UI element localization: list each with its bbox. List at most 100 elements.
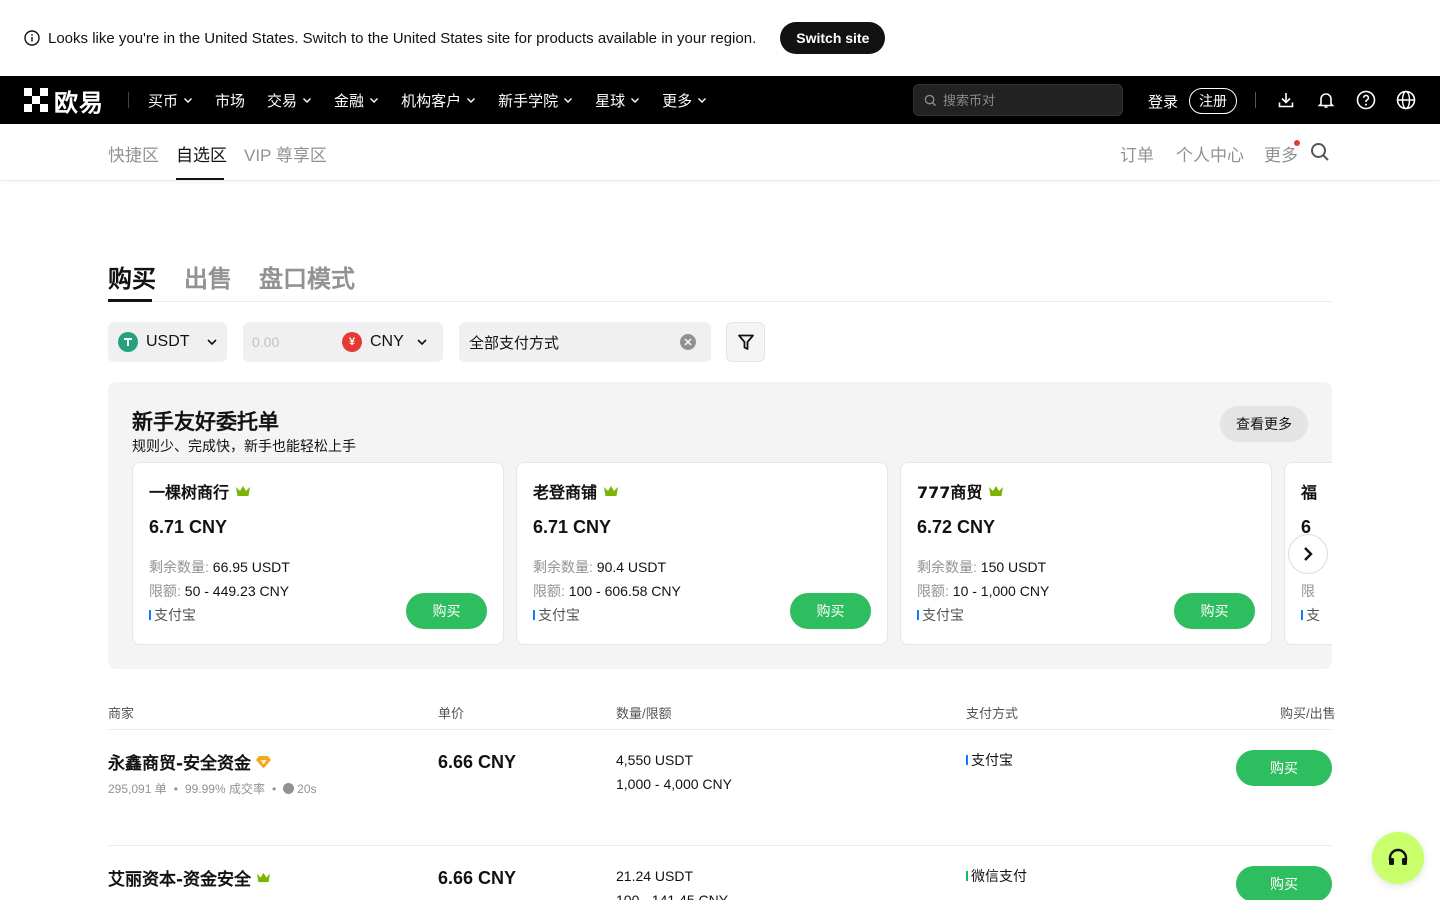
tab-p2p-select[interactable]: 自选区 bbox=[176, 141, 227, 166]
limit-label: 限额: bbox=[149, 583, 181, 599]
remaining-label: 剩余数量: bbox=[533, 559, 593, 575]
nav-item[interactable]: 机构客户 bbox=[401, 90, 476, 111]
login-link[interactable]: 登录 bbox=[1148, 91, 1178, 112]
payment-method: 支付宝 bbox=[149, 605, 196, 625]
payment-label: 微信支付 bbox=[971, 868, 1027, 884]
limit-row: 限额: 10 - 1,000 CNY bbox=[917, 581, 1049, 601]
payment-method-label: 全部支付方式 bbox=[469, 334, 560, 352]
nav-search-box[interactable] bbox=[913, 84, 1123, 116]
nav-item[interactable]: 更多 bbox=[662, 90, 707, 111]
search-icon bbox=[924, 94, 937, 106]
beginner-order-card: 一棵树商行 6.71 CNY 剩余数量: 66.95 USDT 限额: 50 -… bbox=[132, 462, 504, 645]
nav-item-label: 更多 bbox=[662, 92, 693, 110]
tab-orderbook-mode[interactable]: 盘口模式 bbox=[259, 259, 355, 294]
chevron-down-icon bbox=[369, 95, 379, 105]
limit-value: 10 - 1,000 CNY bbox=[952, 583, 1050, 599]
merchant-name[interactable]: 艾丽资本-资金安全 bbox=[108, 865, 271, 890]
merchant-name[interactable]: 福 bbox=[1301, 479, 1317, 503]
merchant-name[interactable]: 777商贸 bbox=[917, 479, 1004, 503]
register-button[interactable]: 注册 bbox=[1189, 88, 1237, 114]
switch-site-button[interactable]: Switch site bbox=[780, 22, 886, 54]
tab-buy[interactable]: 购买 bbox=[108, 259, 156, 294]
notification-dot bbox=[1294, 140, 1300, 146]
merchant-stats: 295,091 单 • 99.99% 成交率 • 20s bbox=[108, 780, 317, 797]
buy-button[interactable]: 购买 bbox=[790, 593, 871, 629]
nav-divider-right bbox=[1255, 92, 1256, 108]
buy-button[interactable]: 购买 bbox=[1236, 750, 1332, 786]
chevron-down-icon bbox=[630, 95, 640, 105]
nav-item-label: 买币 bbox=[148, 92, 179, 110]
limit-value: 100 - 606.58 CNY bbox=[568, 583, 681, 599]
beginner-order-card: 老登商铺 6.71 CNY 剩余数量: 90.4 USDT 限额: 100 - … bbox=[516, 462, 888, 645]
limit-range: 100 - 141.45 CNY bbox=[616, 892, 729, 900]
card-price: 6.71 CNY bbox=[149, 517, 228, 537]
nav-menu: 买币 市场 交易 金融 机构客户 新手学院 星球 更多 bbox=[148, 90, 729, 111]
merchant-name[interactable]: 老登商铺 bbox=[533, 479, 619, 503]
nav-item[interactable]: 交易 bbox=[267, 90, 312, 111]
nav-item-label: 星球 bbox=[595, 92, 626, 110]
merchant-name[interactable]: 永鑫商贸-安全资金 bbox=[108, 749, 272, 774]
search-icon[interactable] bbox=[1310, 142, 1330, 162]
col-payment: 支付方式 bbox=[966, 706, 1019, 721]
coin-select[interactable]: USDT bbox=[108, 322, 227, 362]
nav-item[interactable]: 金融 bbox=[334, 90, 379, 111]
bell-icon[interactable] bbox=[1315, 89, 1337, 111]
buy-button[interactable]: 购买 bbox=[1236, 866, 1332, 900]
personal-center-link[interactable]: 个人中心 bbox=[1176, 141, 1244, 166]
nav-search-input[interactable] bbox=[943, 92, 1113, 108]
nav-item[interactable]: 市场 bbox=[215, 90, 245, 111]
alipay-indicator bbox=[533, 610, 535, 620]
nav-item[interactable]: 星球 bbox=[595, 90, 640, 111]
orders-link[interactable]: 订单 bbox=[1120, 141, 1154, 166]
customer-support-button[interactable] bbox=[1372, 832, 1424, 884]
help-icon[interactable] bbox=[1355, 89, 1377, 111]
fiat-label[interactable]: CNY bbox=[370, 333, 404, 351]
tab-vip[interactable]: VIP 尊享区 bbox=[244, 141, 327, 166]
clear-icon[interactable] bbox=[680, 334, 696, 350]
info-icon bbox=[24, 30, 40, 46]
clock-icon bbox=[283, 783, 295, 794]
alipay-indicator bbox=[917, 610, 919, 620]
filter-button[interactable] bbox=[726, 322, 765, 362]
globe-icon[interactable] bbox=[1395, 89, 1417, 111]
region-message: Looks like you're in the United States. … bbox=[48, 29, 757, 47]
chevron-down-icon bbox=[697, 95, 707, 105]
completion-rate: 99.99% 成交率 bbox=[184, 782, 265, 796]
region-banner: Looks like you're in the United States. … bbox=[0, 0, 1440, 76]
unit-price: 6.66 CNY bbox=[438, 868, 517, 888]
tabs-divider bbox=[108, 301, 1332, 302]
merchant-name-text: 永鑫商贸-安全资金 bbox=[108, 754, 252, 774]
separator-dot: • bbox=[271, 781, 277, 796]
chevron-down-icon bbox=[206, 339, 217, 346]
quantity: 4,550 USDT bbox=[616, 752, 694, 768]
okx-logo[interactable]: 欧易 bbox=[24, 76, 104, 124]
more-link[interactable]: 更多 bbox=[1264, 141, 1298, 166]
remaining-value: 150 USDT bbox=[980, 559, 1047, 575]
next-arrow-button[interactable] bbox=[1288, 534, 1328, 574]
buy-button[interactable]: 购买 bbox=[406, 593, 487, 629]
nav-item[interactable]: 新手学院 bbox=[498, 90, 573, 111]
chevron-down-icon bbox=[302, 95, 312, 105]
amount-input[interactable] bbox=[252, 334, 332, 350]
card-price: 6.71 CNY bbox=[533, 517, 612, 537]
payment-method: 微信支付 bbox=[966, 866, 1027, 886]
panel-title: 新手友好委托单 bbox=[132, 410, 279, 434]
tab-express[interactable]: 快捷区 bbox=[108, 141, 159, 166]
payment-method: 支 bbox=[1301, 605, 1320, 625]
chevron-down-icon bbox=[183, 95, 193, 105]
payment-method-select[interactable]: 全部支付方式 bbox=[459, 322, 711, 362]
nav-item[interactable]: 买币 bbox=[148, 90, 193, 111]
chevron-down-icon[interactable] bbox=[416, 336, 428, 348]
download-icon[interactable] bbox=[1275, 89, 1297, 111]
remaining-label: 剩余数量: bbox=[149, 559, 209, 575]
chevron-down-icon bbox=[563, 95, 573, 105]
panel-subtitle: 规则少、完成快，新手也能轻松上手 bbox=[132, 438, 356, 454]
top-navbar: 欧易 买币 市场 交易 金融 机构客户 新手学院 星球 更多 登录 注册 bbox=[0, 76, 1440, 124]
buy-button[interactable]: 购买 bbox=[1174, 593, 1255, 629]
view-more-button[interactable]: 查看更多 bbox=[1220, 406, 1308, 442]
payment-label: 支 bbox=[1306, 607, 1320, 623]
merchant-name[interactable]: 一棵树商行 bbox=[149, 479, 251, 503]
nav-item-label: 金融 bbox=[334, 92, 365, 110]
crown-icon bbox=[235, 484, 251, 498]
tab-sell[interactable]: 出售 bbox=[184, 259, 232, 294]
